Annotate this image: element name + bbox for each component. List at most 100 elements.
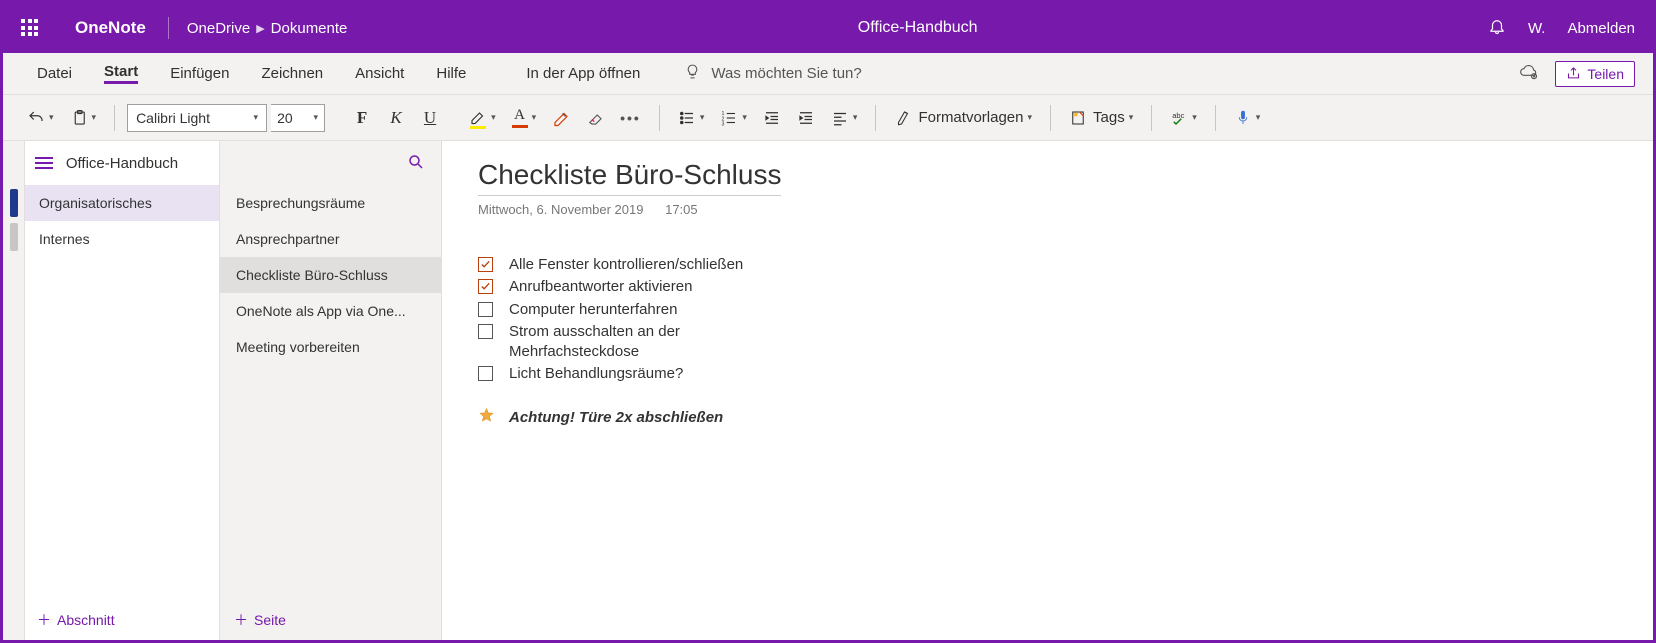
underline-button[interactable]: U	[415, 103, 445, 133]
notebook-rail	[3, 141, 25, 640]
warning-text[interactable]: Achtung! Türe 2x abschließen	[509, 409, 723, 426]
checkbox-icon[interactable]	[478, 257, 493, 272]
checklist-text[interactable]: Computer herunterfahren	[509, 300, 677, 320]
breadcrumb: OneDrive ▶ Dokumente	[187, 20, 348, 37]
signout-link[interactable]: Abmelden	[1567, 20, 1635, 37]
eraser-button[interactable]	[580, 103, 610, 133]
note-date: Mittwoch, 6. November 2019	[478, 202, 643, 217]
checklist-text[interactable]: Strom ausschalten an der Mehrfachsteckdo…	[509, 322, 789, 363]
add-section-button[interactable]: ＋ Abschnitt	[25, 600, 219, 640]
italic-button[interactable]: K	[381, 103, 411, 133]
notifications-icon[interactable]	[1488, 17, 1506, 39]
chevron-down-icon: ▾	[254, 112, 259, 123]
font-family-select[interactable]: Calibri Light ▾	[127, 104, 267, 132]
chevron-down-icon: ▾	[742, 112, 747, 123]
app-name[interactable]: OneNote	[75, 18, 146, 38]
plus-icon: ＋	[37, 610, 51, 630]
styles-label: Formatvorlagen	[918, 109, 1023, 126]
chevron-down-icon: ▾	[532, 112, 537, 123]
ribbon-tab-einfügen[interactable]: Einfügen	[154, 53, 245, 95]
divider	[114, 105, 115, 131]
font-color-button[interactable]: A ▾	[506, 103, 543, 133]
cloud-sync-icon[interactable]	[1519, 62, 1539, 85]
checkbox-icon[interactable]	[478, 324, 493, 339]
ribbon-tab-ansicht[interactable]: Ansicht	[339, 53, 420, 95]
divider	[168, 17, 169, 39]
numbering-button[interactable]: 123 ▾	[714, 103, 753, 133]
tell-me-search[interactable]: Was möchten Sie tun?	[684, 63, 861, 84]
app-launcher-icon[interactable]	[21, 19, 39, 37]
note-title[interactable]: Checkliste Büro-Schluss	[478, 159, 781, 196]
note-timestamp: Mittwoch, 6. November 2019 17:05	[478, 202, 1617, 217]
menu-icon[interactable]	[35, 157, 53, 169]
outdent-button[interactable]	[757, 103, 787, 133]
page-item[interactable]: Meeting vorbereiten	[220, 329, 441, 365]
checklist-item[interactable]: Alle Fenster kontrollieren/schließen	[478, 255, 1617, 275]
checklist-item[interactable]: Strom ausschalten an der Mehrfachsteckdo…	[478, 322, 1617, 363]
undo-button[interactable]: ▾	[21, 103, 60, 133]
plus-icon: ＋	[234, 610, 248, 630]
share-label: Teilen	[1587, 66, 1624, 82]
open-in-app-button[interactable]: In der App öffnen	[510, 53, 656, 95]
svg-text:3: 3	[722, 121, 725, 127]
tags-button[interactable]: Tags ▾	[1063, 103, 1139, 133]
checkbox-icon[interactable]	[478, 302, 493, 317]
ribbon-tab-zeichnen[interactable]: Zeichnen	[245, 53, 339, 95]
notebook-chip[interactable]	[10, 223, 18, 251]
section-item[interactable]: Organisatorisches	[25, 185, 219, 221]
ribbon-tabs: DateiStartEinfügenZeichnenAnsichtHilfe I…	[3, 53, 1653, 95]
breadcrumb-item[interactable]: OneDrive	[187, 20, 250, 37]
chevron-down-icon: ▾	[1027, 112, 1032, 123]
bold-button[interactable]: F	[347, 103, 377, 133]
styles-button[interactable]: Formatvorlagen ▾	[888, 103, 1038, 133]
more-options-button[interactable]: •••	[614, 103, 647, 133]
page-item[interactable]: OneNote als App via One...	[220, 293, 441, 329]
titlebar: OneNote OneDrive ▶ Dokumente Office-Hand…	[3, 3, 1653, 53]
search-icon[interactable]	[407, 153, 425, 174]
clear-formatting-button[interactable]	[546, 103, 576, 133]
chevron-right-icon: ▶	[256, 22, 264, 35]
bullets-button[interactable]: ▾	[672, 103, 711, 133]
page-item[interactable]: Besprechungsräume	[220, 185, 441, 221]
indent-button[interactable]	[791, 103, 821, 133]
page-item[interactable]: Ansprechpartner	[220, 221, 441, 257]
user-initial[interactable]: W.	[1528, 20, 1546, 37]
notebook-chip[interactable]	[10, 189, 18, 217]
svg-text:abc: abc	[1172, 111, 1184, 120]
chevron-down-icon: ▾	[700, 112, 705, 123]
document-title: Office-Handbuch	[347, 19, 1488, 37]
clipboard-button[interactable]: ▾	[64, 103, 103, 133]
font-size-select[interactable]: 20 ▾	[271, 104, 325, 132]
pages-panel: BesprechungsräumeAnsprechpartnerChecklis…	[220, 141, 442, 640]
dictate-button[interactable]: ▾	[1228, 103, 1267, 133]
notebook-title[interactable]: Office-Handbuch	[53, 155, 191, 172]
divider	[1050, 105, 1051, 131]
share-button[interactable]: Teilen	[1555, 61, 1635, 87]
breadcrumb-item[interactable]: Dokumente	[271, 20, 348, 37]
page-item[interactable]: Checkliste Büro-Schluss	[220, 257, 441, 293]
add-page-button[interactable]: ＋ Seite	[220, 600, 441, 640]
star-icon	[478, 407, 495, 428]
checklist-text[interactable]: Anrufbeantworter aktivieren	[509, 277, 692, 297]
ribbon-tab-start[interactable]: Start	[88, 53, 154, 95]
note-canvas[interactable]: Checkliste Büro-Schluss Mittwoch, 6. Nov…	[442, 141, 1653, 640]
checklist-item[interactable]: Anrufbeantworter aktivieren	[478, 277, 1617, 297]
checkbox-icon[interactable]	[478, 279, 493, 294]
divider	[1215, 105, 1216, 131]
chevron-down-icon: ▾	[1129, 112, 1134, 123]
checklist-item[interactable]: Computer herunterfahren	[478, 300, 1617, 320]
align-button[interactable]: ▾	[825, 103, 864, 133]
spellcheck-button[interactable]: abc ▾	[1164, 103, 1203, 133]
ribbon-tab-datei[interactable]: Datei	[21, 53, 88, 95]
section-item[interactable]: Internes	[25, 221, 219, 257]
checkbox-icon[interactable]	[478, 366, 493, 381]
checklist-item[interactable]: Licht Behandlungsräume?	[478, 364, 1617, 384]
main-area: Office-Handbuch OrganisatorischesInterne…	[3, 141, 1653, 640]
chevron-down-icon: ▾	[314, 112, 319, 123]
checklist-text[interactable]: Licht Behandlungsräume?	[509, 364, 683, 384]
highlight-button[interactable]: ▾	[463, 103, 502, 133]
checklist-text[interactable]: Alle Fenster kontrollieren/schließen	[509, 255, 743, 275]
chevron-down-icon: ▾	[853, 112, 858, 123]
ribbon-tab-hilfe[interactable]: Hilfe	[420, 53, 482, 95]
divider	[659, 105, 660, 131]
